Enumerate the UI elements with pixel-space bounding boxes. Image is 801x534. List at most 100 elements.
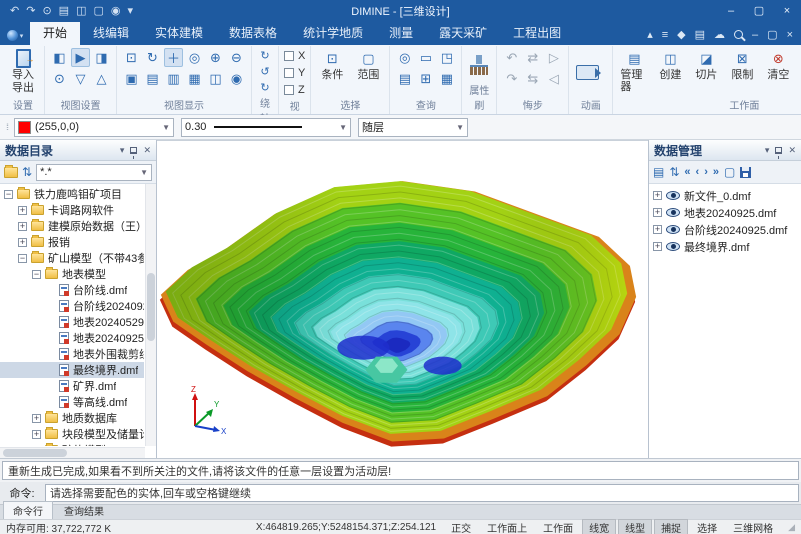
tree-item[interactable]: 地表20240925.dmf [0, 330, 144, 346]
tree-item[interactable]: 矿山模型（不带43参数的20 [0, 250, 144, 266]
pin-icon[interactable] [775, 147, 782, 154]
child-close-icon[interactable]: × [787, 29, 793, 41]
toggle-on-workface[interactable]: 工作面上 [480, 519, 534, 534]
sheet-icon[interactable]: ▤ [695, 28, 705, 41]
layer-mode-combo[interactable]: 随层 ▼ [358, 118, 468, 137]
face-limit-button[interactable]: ⊠ 限制 [726, 48, 758, 82]
property-brush-icon[interactable] [467, 55, 491, 75]
point-query-icon[interactable]: ⊞ [416, 69, 435, 88]
list-item[interactable]: 最终境界.dmf [649, 238, 801, 255]
select-condition-button[interactable]: ⊡ 条件 [316, 48, 348, 82]
record-icon[interactable]: ◉ [111, 0, 121, 22]
limit-y-checkbox[interactable]: Y [284, 65, 305, 80]
view-multi-icon[interactable]: ◫ [206, 69, 225, 88]
stack-icon[interactable]: ≡ [662, 29, 668, 41]
tab-line-edit[interactable]: 线编辑 [80, 20, 142, 45]
toggle-select[interactable]: 选择 [690, 519, 724, 534]
step-swap-icon[interactable]: ⇄ [523, 48, 542, 67]
expand-toggle-icon[interactable] [18, 254, 27, 263]
tab-query-results[interactable]: 查询结果 [55, 502, 113, 519]
expand-toggle-icon[interactable] [18, 222, 27, 231]
eye-icon[interactable] [666, 225, 680, 234]
eye-icon[interactable] [666, 242, 680, 251]
expand-toggle-icon[interactable] [653, 208, 662, 217]
shade-mode-icon[interactable]: ◨ [92, 48, 111, 67]
find-icon[interactable]: ◎ [395, 48, 414, 67]
face-clear-button[interactable]: ⊗ 清空 [762, 48, 794, 82]
measure-icon[interactable]: ▭ [416, 48, 435, 67]
visibility-icon[interactable]: ◉ [227, 69, 246, 88]
undo-icon[interactable]: ↶ [10, 0, 19, 22]
tree-item-selected[interactable]: 最终境界.dmf [0, 362, 144, 378]
view-iso-icon[interactable]: ▦ [185, 69, 204, 88]
child-minimize-icon[interactable]: – [752, 29, 758, 41]
first-icon[interactable]: « [684, 166, 690, 178]
panel-close-icon[interactable]: ✕ [788, 145, 796, 156]
maximize-button[interactable]: ▢ [745, 0, 773, 22]
rotate-z-icon[interactable]: ↻ [257, 80, 273, 94]
distance-icon[interactable]: ▦ [437, 69, 456, 88]
step-undo-icon[interactable]: ↶ [502, 48, 521, 67]
toggle-snap[interactable]: 捕捉 [654, 519, 688, 534]
locate-icon[interactable]: ⊙ [42, 0, 51, 22]
face-create-button[interactable]: ◫ 创建 [654, 48, 686, 82]
qat-more-icon[interactable]: ▾ [127, 0, 133, 22]
select-range-button[interactable]: ▢ 范围 [352, 48, 384, 82]
tab-survey[interactable]: 测量 [376, 20, 426, 45]
toolbar-grip[interactable]: ⁞⁞ [6, 122, 7, 132]
copy-attr-icon[interactable]: ◳ [437, 48, 456, 67]
last-icon[interactable]: » [713, 166, 719, 178]
horizontal-scrollbar[interactable] [0, 447, 145, 458]
tree-item[interactable]: 矿界.dmf [0, 378, 144, 394]
command-input[interactable]: 请选择需要配色的实体,回车或空格键继续 [45, 484, 799, 502]
app-menu-button[interactable]: ▾ [0, 30, 30, 45]
expand-toggle-icon[interactable] [653, 191, 662, 200]
toggle-workface[interactable]: 工作面 [536, 519, 580, 534]
tab-data-table[interactable]: 数据表格 [216, 20, 290, 45]
light-icon[interactable]: △ [92, 69, 111, 88]
toggle-ortho[interactable]: 正交 [444, 519, 478, 534]
expand-toggle-icon[interactable] [653, 225, 662, 234]
filter-combo[interactable]: *.* ▼ [36, 164, 152, 181]
cloud-icon[interactable]: ☁ [714, 28, 725, 41]
search-icon[interactable] [734, 30, 743, 39]
minimize-button[interactable]: – [717, 0, 745, 22]
zoom-in-icon[interactable]: ⊕ [206, 48, 225, 67]
style-icon[interactable]: ◆ [677, 28, 685, 41]
tab-geostatistics[interactable]: 统计学地质 [290, 20, 376, 45]
manage-files-icon[interactable]: ▤ [653, 165, 664, 179]
render-mode-icon[interactable]: ▶ [71, 48, 90, 67]
layers-icon[interactable]: ▤ [59, 0, 69, 22]
panel-close-icon[interactable]: ✕ [143, 145, 151, 156]
child-restore-icon[interactable]: ▢ [767, 28, 777, 41]
redo-icon[interactable]: ↷ [26, 0, 35, 22]
tab-home[interactable]: 开始 [30, 20, 80, 45]
tree-item[interactable]: 地质数据库 [0, 410, 144, 426]
step-back-icon[interactable]: ◁ [544, 69, 563, 88]
face-manager-button[interactable]: ▤ 管理器 [618, 48, 650, 94]
line-width-combo[interactable]: 0.30 ▼ [181, 118, 351, 137]
limit-x-checkbox[interactable]: X [284, 48, 305, 63]
window-new-icon[interactable]: ▢ [93, 0, 103, 22]
toggle-line-width[interactable]: 线宽 [582, 519, 616, 534]
expand-toggle-icon[interactable] [4, 190, 13, 199]
tree-item[interactable]: 地表模型 [0, 266, 144, 282]
toggle-line-type[interactable]: 线型 [618, 519, 652, 534]
expand-toggle-icon[interactable] [32, 430, 41, 439]
scrollbar-thumb[interactable] [147, 273, 155, 341]
panel-menu-icon[interactable]: ▾ [120, 145, 125, 156]
view-search-icon[interactable]: ⊙ [50, 69, 69, 88]
center-view-icon[interactable]: ◎ [185, 48, 204, 67]
step-swap2-icon[interactable]: ⇆ [523, 69, 542, 88]
tree-item[interactable]: 地表20240529.dmf [0, 314, 144, 330]
window-tile-icon[interactable]: ◫ [76, 0, 86, 22]
rotate-view-icon[interactable]: ↻ [143, 48, 162, 67]
tree-item[interactable]: 卡调路网软件 [0, 202, 144, 218]
list-item[interactable]: 地表20240925.dmf [649, 204, 801, 221]
open-folder-icon[interactable] [4, 167, 18, 178]
sort-icon[interactable]: ⇅ [669, 165, 679, 179]
tab-drawing-output[interactable]: 工程出图 [500, 20, 574, 45]
new-file-icon[interactable]: ▢ [724, 165, 735, 179]
prev-icon[interactable]: ‹ [696, 166, 700, 178]
tree-item[interactable]: 块段模型及储量计算 [0, 426, 144, 442]
